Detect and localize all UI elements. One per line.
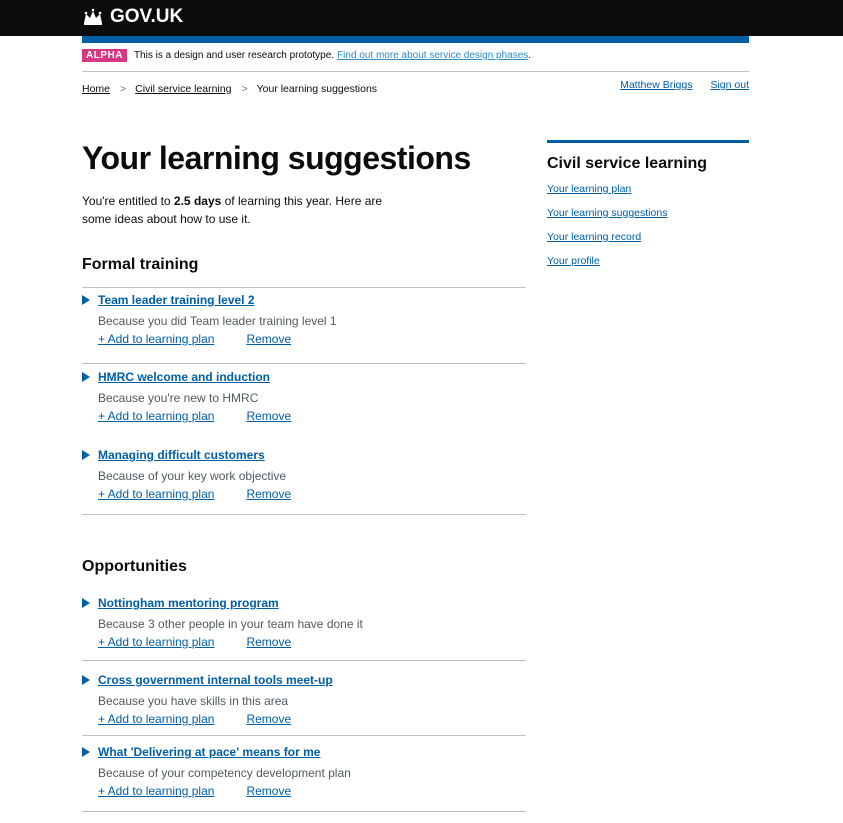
sidebar-link-learning-plan[interactable]: Your learning plan [547,183,749,195]
section-divider [82,287,526,288]
add-to-plan-link[interactable]: + Add to learning plan [98,635,214,649]
suggestion-item: HMRC welcome and induction Because you'r… [82,369,526,423]
phase-info-link[interactable]: Find out more about service design phase… [337,50,528,61]
suggestion-item: Nottingham mentoring program Because 3 o… [82,595,526,649]
add-to-plan-link[interactable]: + Add to learning plan [98,332,214,346]
govuk-logo[interactable]: GOV.UK [82,6,183,28]
expand-triangle-icon[interactable] [82,675,90,685]
suggestion-reason: Because 3 other people in your team have… [98,617,363,631]
suggestion-title-link[interactable]: Managing difficult customers [98,448,265,462]
add-to-plan-link[interactable]: + Add to learning plan [98,712,214,726]
page-title: Your learning suggestions [82,140,471,176]
opportunities-heading: Opportunities [82,558,187,575]
expand-triangle-icon[interactable] [82,372,90,382]
sidebar-title: Civil service learning [547,155,708,172]
item-divider [82,363,526,364]
phase-link-suffix: . [528,50,532,61]
suggestion-title-link[interactable]: Nottingham mentoring program [98,596,279,610]
suggestion-item: What 'Delivering at pace' means for me B… [82,744,526,798]
header-accent-bar [82,36,749,43]
suggestion-item: Cross government internal tools meet-up … [82,672,526,726]
breadcrumb: Home > Civil service learning > Your lea… [82,83,377,95]
phase-tag: ALPHA [82,49,127,62]
breadcrumb-separator: > [120,83,127,95]
expand-triangle-icon[interactable] [82,747,90,757]
account-name-link[interactable]: Matthew Briggs [620,79,692,91]
remove-link[interactable]: Remove [246,332,291,346]
related-nav: Civil service learning Your learning pla… [547,140,749,279]
suggestion-item: Managing difficult customers Because of … [82,447,526,501]
breadcrumb-current: Your learning suggestions [256,83,378,95]
suggestion-reason: Because of your key work objective [98,469,287,483]
breadcrumb-home[interactable]: Home [82,83,110,95]
remove-link[interactable]: Remove [246,635,291,649]
breadcrumb-section[interactable]: Civil service learning [135,83,231,95]
suggestion-title-link[interactable]: Cross government internal tools meet-up [98,673,333,687]
remove-link[interactable]: Remove [246,784,291,798]
item-divider [82,735,526,736]
suggestion-reason: Because you have skills in this area [98,694,289,708]
add-to-plan-link[interactable]: + Add to learning plan [98,487,214,501]
site-header: GOV.UK [0,0,843,36]
suggestion-title-link[interactable]: HMRC welcome and induction [98,370,270,384]
section-divider [82,514,526,515]
sidebar-link-profile[interactable]: Your profile [547,255,749,267]
remove-link[interactable]: Remove [246,487,291,501]
intro-text: You're entitled to 2.5 days of learning … [82,192,412,228]
suggestion-item: Team leader training level 2 Because you… [82,292,526,346]
expand-triangle-icon[interactable] [82,295,90,305]
suggestion-reason: Because you're new to HMRC [98,391,259,405]
expand-triangle-icon[interactable] [82,450,90,460]
suggestion-title-link[interactable]: Team leader training level 2 [98,293,255,307]
remove-link[interactable]: Remove [246,712,291,726]
crown-icon [84,8,102,25]
logo-text: GOV.UK [110,6,184,27]
suggestion-reason: Because of your competency development p… [98,766,351,780]
add-to-plan-link[interactable]: + Add to learning plan [98,784,214,798]
sidebar-link-learning-suggestions[interactable]: Your learning suggestions [547,207,749,219]
phase-text: This is a design and user research proto… [133,50,335,61]
suggestion-reason: Because you did Team leader training lev… [98,314,337,328]
formal-training-heading: Formal training [82,256,199,273]
phase-banner: ALPHA This is a design and user research… [82,49,749,62]
intro-prefix: You're entitled to [82,194,174,208]
add-to-plan-link[interactable]: + Add to learning plan [98,409,214,423]
entitlement-days: 2.5 days [173,194,222,208]
phase-divider [82,71,749,72]
account-links: Matthew Briggs Sign out [602,79,749,91]
expand-triangle-icon[interactable] [82,598,90,608]
breadcrumb-separator: > [241,83,248,95]
section-divider [82,811,526,812]
sign-out-link[interactable]: Sign out [710,79,749,91]
sidebar-link-learning-record[interactable]: Your learning record [547,231,749,243]
remove-link[interactable]: Remove [246,409,291,423]
suggestion-title-link[interactable]: What 'Delivering at pace' means for me [98,745,320,759]
item-divider [82,660,526,661]
